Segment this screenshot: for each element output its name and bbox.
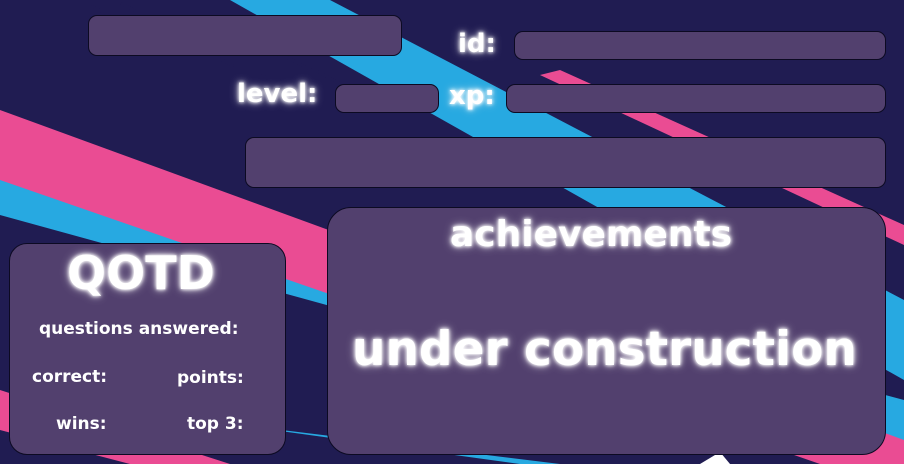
xp-field[interactable] xyxy=(506,84,886,113)
top3-label: top 3: xyxy=(187,414,244,434)
correct-label: correct: xyxy=(32,367,108,387)
qotd-title: QOTD xyxy=(67,246,215,300)
level-label: level: xyxy=(237,79,318,109)
level-field[interactable] xyxy=(335,84,439,113)
questions-answered-label: questions answered: xyxy=(39,319,239,339)
name-field[interactable] xyxy=(88,15,402,56)
wins-label: wins: xyxy=(56,414,107,434)
bio-field[interactable] xyxy=(245,137,886,188)
points-label: points: xyxy=(177,368,244,388)
under-construction-text: under construction xyxy=(352,322,857,377)
xp-label: xp: xyxy=(449,81,495,111)
achievements-title: achievements xyxy=(450,214,733,255)
id-field[interactable] xyxy=(514,31,886,60)
id-label: id: xyxy=(458,29,496,59)
